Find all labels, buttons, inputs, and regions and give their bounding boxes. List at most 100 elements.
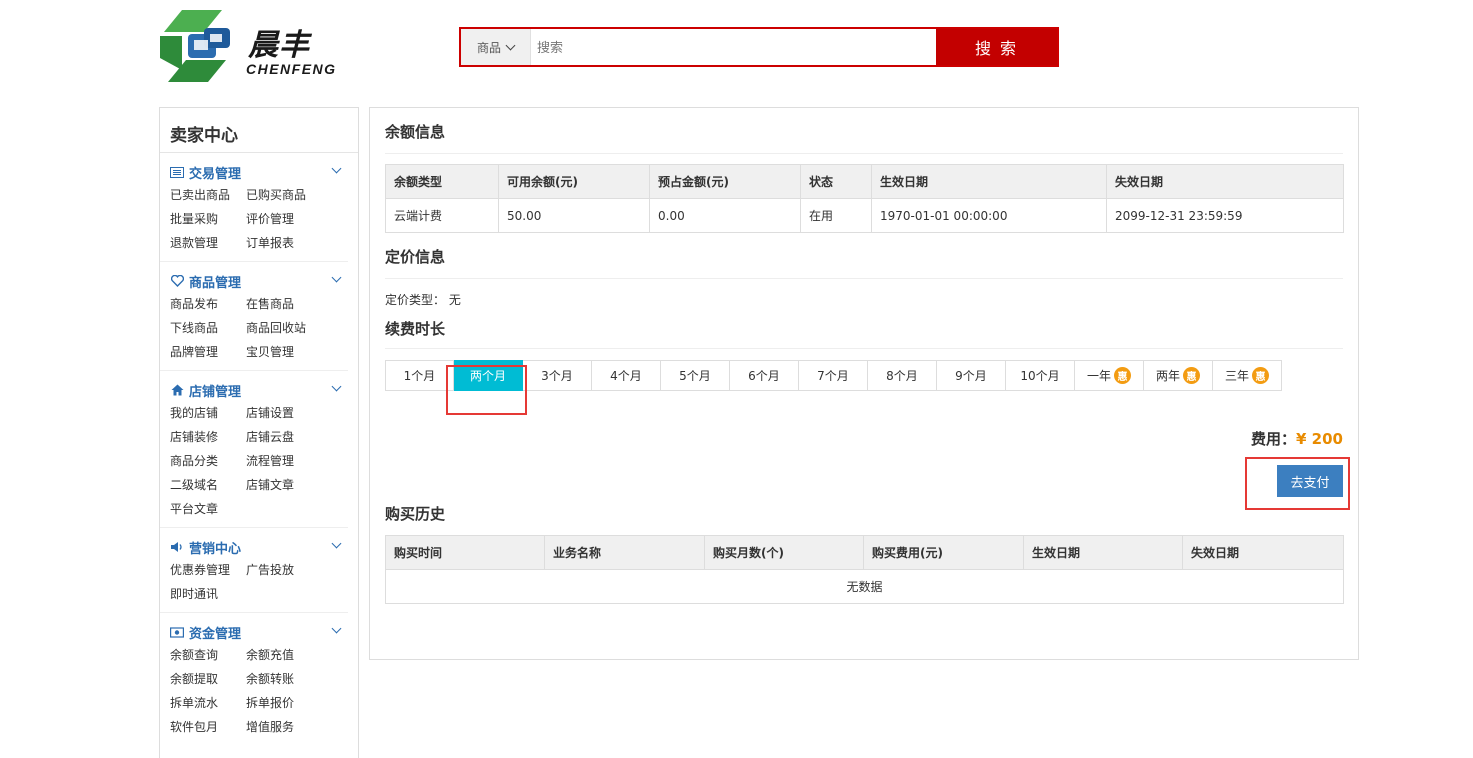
sidebar-group-store: 店铺管理 我的店铺 店铺设置 店铺装修 店铺云盘 商品分类 流程管理 二级域名 …	[160, 371, 348, 528]
sidebar-group-label: 交易管理	[189, 166, 242, 182]
sidebar-item-withdraw[interactable]: 余额提取	[170, 667, 246, 691]
empty-state-text: 无数据	[385, 569, 1344, 604]
column-header: 购买费用(元)	[863, 535, 1024, 570]
heart-icon	[170, 275, 184, 287]
table-header-row: 余额类型 可用余额(元) 预占金额(元) 状态 生效日期 失效日期	[385, 164, 1344, 199]
sidebar-item-sold[interactable]: 已卖出商品	[170, 183, 246, 207]
chevron-down-icon	[505, 40, 516, 50]
sidebar-item-subdomain[interactable]: 二级域名	[170, 473, 246, 497]
column-header: 状态	[800, 164, 872, 199]
search-category-label: 商品	[476, 40, 501, 55]
chevron-down-icon	[331, 163, 342, 174]
logo-chinese-text: 晨丰	[248, 28, 310, 63]
seller-sidebar: 卖家中心 交易管理 已卖出商品 已购买商品 批量采购 评价管理 退款管理 订单报…	[159, 107, 359, 758]
table-cell: 0.00	[649, 198, 801, 233]
home-icon	[170, 384, 184, 396]
sidebar-group-label: 营销中心	[189, 541, 242, 557]
sidebar-item-items[interactable]: 宝贝管理	[246, 340, 322, 364]
duration-label: 1个月	[403, 369, 436, 383]
sidebar-title: 卖家中心	[160, 108, 358, 153]
duration-label: 6个月	[748, 369, 780, 383]
chevron-down-icon	[331, 623, 342, 634]
sidebar-group-header-products[interactable]: 商品管理	[170, 272, 342, 291]
sidebar-group-header-trade[interactable]: 交易管理	[170, 163, 342, 182]
sidebar-group-marketing: 营销中心 优惠券管理 广告投放 即时通讯	[160, 528, 348, 613]
duration-option-1m[interactable]: 1个月	[385, 360, 454, 391]
sidebar-item-value-added[interactable]: 增值服务	[246, 715, 322, 739]
sidebar-item-ads[interactable]: 广告投放	[246, 558, 322, 582]
sidebar-item-refunds[interactable]: 退款管理	[170, 231, 246, 255]
duration-options: 1个月 两个月 3个月 4个月 5个月 6个月 7个月 8个月 9个月 10个月…	[385, 360, 1343, 391]
sidebar-item-balance-query[interactable]: 余额查询	[170, 643, 246, 667]
highlight-frame	[446, 365, 527, 415]
sidebar-group-header-marketing[interactable]: 营销中心	[170, 538, 342, 557]
sidebar-group-label: 商品管理	[189, 275, 242, 291]
fee-display: 费用：¥ 200	[1251, 428, 1343, 449]
sidebar-item-on-sale[interactable]: 在售商品	[246, 292, 322, 316]
balance-section-title: 余额信息	[385, 108, 1343, 154]
sidebar-item-decoration[interactable]: 店铺装修	[170, 425, 246, 449]
sidebar-item-im[interactable]: 即时通讯	[170, 582, 246, 606]
sidebar-item-recharge[interactable]: 余额充值	[246, 643, 322, 667]
sidebar-item-platform-articles[interactable]: 平台文章	[170, 497, 246, 521]
sidebar-group-header-store[interactable]: 店铺管理	[170, 381, 342, 400]
sidebar-item-coupons[interactable]: 优惠券管理	[170, 558, 246, 582]
sidebar-group-products: 商品管理 商品发布 在售商品 下线商品 商品回收站 品牌管理 宝贝管理	[160, 262, 348, 371]
duration-option-2y[interactable]: 两年惠	[1144, 360, 1213, 391]
sidebar-item-reviews[interactable]: 评价管理	[246, 207, 322, 231]
duration-option-5m[interactable]: 5个月	[661, 360, 730, 391]
column-header: 购买月数(个)	[704, 535, 864, 570]
history-table: 购买时间 业务名称 购买月数(个) 购买费用(元) 生效日期 失效日期 无数据	[385, 535, 1344, 604]
sidebar-item-order-report[interactable]: 订单报表	[246, 231, 322, 255]
duration-option-3m[interactable]: 3个月	[523, 360, 592, 391]
sidebar-item-categories[interactable]: 商品分类	[170, 449, 246, 473]
column-header: 生效日期	[871, 164, 1107, 199]
sidebar-item-monthly-software[interactable]: 软件包月	[170, 715, 246, 739]
sidebar-item-offline[interactable]: 下线商品	[170, 316, 246, 340]
search-button[interactable]: 搜 索	[936, 29, 1057, 65]
table-cell: 云端计费	[385, 198, 499, 233]
discount-badge: 惠	[1183, 367, 1200, 384]
sidebar-group-funds: 资金管理 余额查询 余额充值 余额提取 余额转账 拆单流水 拆单报价 软件包月 …	[160, 613, 348, 745]
sidebar-item-store-settings[interactable]: 店铺设置	[246, 401, 322, 425]
discount-badge: 惠	[1252, 367, 1269, 384]
duration-option-7m[interactable]: 7个月	[799, 360, 868, 391]
sidebar-item-split-flow[interactable]: 拆单流水	[170, 691, 246, 715]
sidebar-item-split-quote[interactable]: 拆单报价	[246, 691, 322, 715]
sidebar-item-brands[interactable]: 品牌管理	[170, 340, 246, 364]
duration-option-4m[interactable]: 4个月	[592, 360, 661, 391]
duration-option-3y[interactable]: 三年惠	[1213, 360, 1282, 391]
sidebar-item-bought[interactable]: 已购买商品	[246, 183, 322, 207]
pricing-type-value: 无	[448, 293, 461, 307]
search-input[interactable]	[531, 29, 936, 65]
table-cell: 1970-01-01 00:00:00	[871, 198, 1107, 233]
column-header: 预占金额(元)	[649, 164, 801, 199]
sidebar-group-label: 资金管理	[189, 626, 242, 642]
sidebar-item-workflow[interactable]: 流程管理	[246, 449, 322, 473]
table-row: 无数据	[385, 569, 1344, 604]
duration-label: 10个月	[1020, 369, 1060, 383]
sidebar-item-cloud-disk[interactable]: 店铺云盘	[246, 425, 322, 449]
duration-option-10m[interactable]: 10个月	[1006, 360, 1075, 391]
table-cell: 在用	[800, 198, 872, 233]
discount-badge: 惠	[1114, 367, 1131, 384]
column-header: 购买时间	[385, 535, 545, 570]
renewal-section-title: 续费时长	[385, 309, 1343, 349]
duration-option-8m[interactable]: 8个月	[868, 360, 937, 391]
duration-option-9m[interactable]: 9个月	[937, 360, 1006, 391]
sidebar-item-bulk-purchase[interactable]: 批量采购	[170, 207, 246, 231]
sidebar-item-my-store[interactable]: 我的店铺	[170, 401, 246, 425]
logo[interactable]: 晨丰 CHENFENG	[160, 10, 360, 82]
history-section-title: 购买历史	[385, 505, 446, 523]
duration-option-6m[interactable]: 6个月	[730, 360, 799, 391]
duration-option-1y[interactable]: 一年惠	[1075, 360, 1144, 391]
sidebar-item-store-articles[interactable]: 店铺文章	[246, 473, 322, 497]
column-header: 生效日期	[1023, 535, 1183, 570]
sidebar-group-header-funds[interactable]: 资金管理	[170, 623, 342, 642]
search-bar: 商品 搜 索	[459, 27, 1059, 67]
sidebar-item-recycle[interactable]: 商品回收站	[246, 316, 322, 340]
sidebar-item-publish[interactable]: 商品发布	[170, 292, 246, 316]
sidebar-item-transfer[interactable]: 余额转账	[246, 667, 322, 691]
fee-label: 费用：	[1251, 430, 1297, 448]
search-category-select[interactable]: 商品	[461, 29, 531, 65]
